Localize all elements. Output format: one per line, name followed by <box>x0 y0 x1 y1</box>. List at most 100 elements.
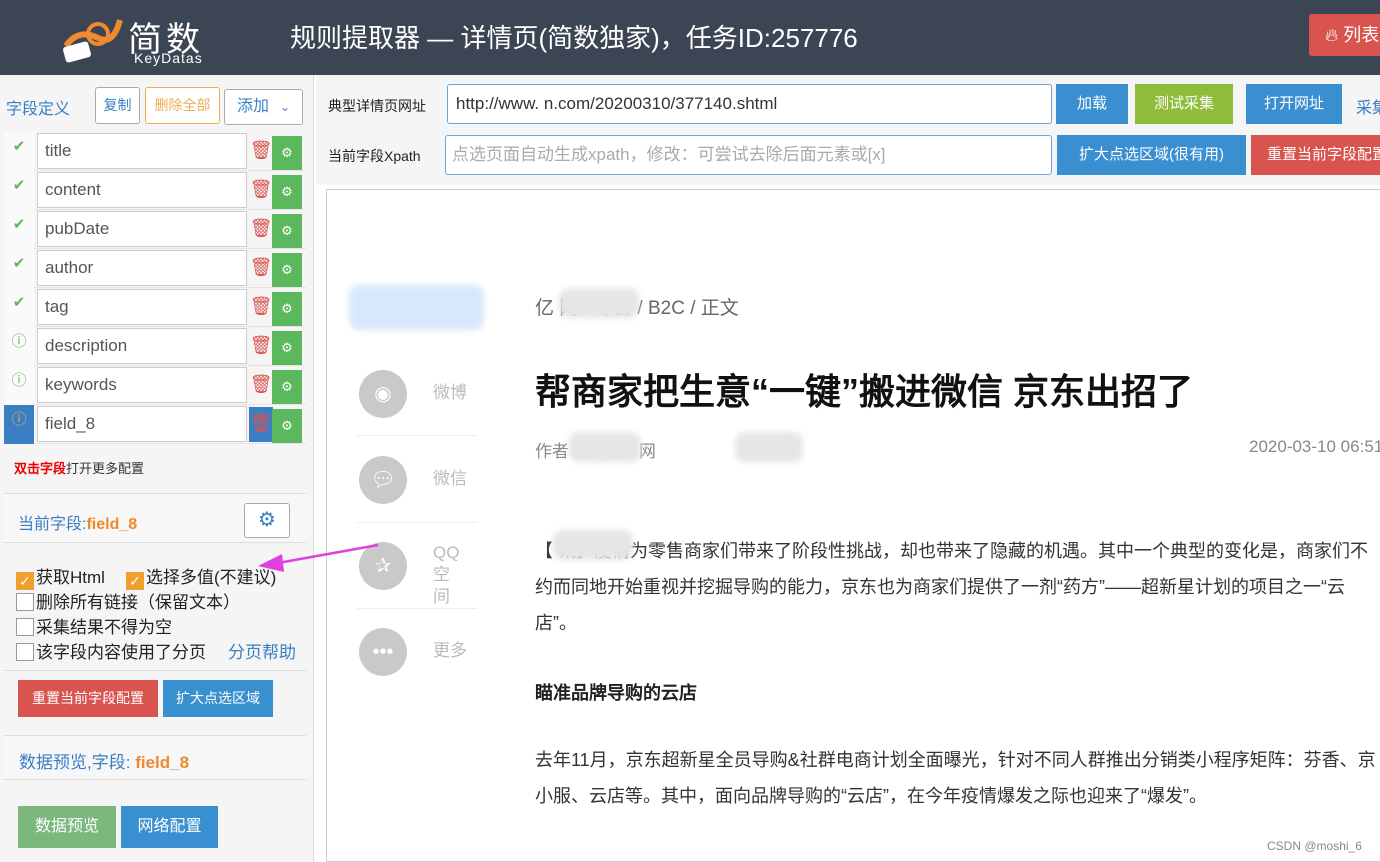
checkbox[interactable] <box>16 643 34 661</box>
data-preview-label: 数据预览,字段: field_8 <box>19 748 189 773</box>
field-name-input[interactable]: author <box>37 250 247 286</box>
divider <box>357 608 477 609</box>
trash-icon[interactable]: 🗑︎ <box>249 134 273 169</box>
current-field-prefix: 当前字段: <box>18 516 87 533</box>
paging-help-link[interactable]: 分页帮助 <box>228 638 296 663</box>
add-dropdown[interactable]: 添加 ⌄ <box>224 89 303 125</box>
checkbox[interactable] <box>16 593 34 611</box>
paging-label: 该字段内容使用了分页 <box>36 643 206 662</box>
keydatas-logo[interactable]: 简数 KeyDatas <box>58 8 233 68</box>
field-options: ✓ 获取Html ✓ 选择多值(不建议) 删除所有链接（保留文本） 采集结果不得为空… <box>4 546 306 671</box>
gear-icon[interactable]: ⚙ <box>272 175 302 209</box>
expand-area-button[interactable]: 扩大点选区域 <box>163 680 273 717</box>
field-name-input[interactable]: keywords <box>37 367 247 403</box>
collect-link[interactable]: 采集 <box>1356 94 1380 118</box>
url-label: 典型详情页网址 <box>328 98 426 114</box>
weibo-icon: ◉ <box>359 370 407 418</box>
delete-all-button[interactable]: 删除全部 <box>145 87 220 124</box>
url-input[interactable]: http://www. n.com/20200310/377140.shtml <box>447 84 1052 124</box>
trash-icon[interactable]: 🗑︎ <box>249 407 273 442</box>
reset-field-button[interactable]: 重置当前字段配置 <box>1251 135 1380 175</box>
not-empty-option[interactable]: 采集结果不得为空 <box>16 613 172 638</box>
gear-icon[interactable]: ⚙ <box>272 331 302 365</box>
field-row[interactable]: ⓘ description 🗑︎ ⚙ <box>4 327 306 366</box>
test-collect-button[interactable]: 测试采集 <box>1135 84 1233 124</box>
check-icon: ✔ <box>4 132 34 171</box>
load-button[interactable]: 加载 <box>1056 84 1128 124</box>
more-icon: ••• <box>359 628 407 676</box>
gear-icon[interactable]: ⚙ <box>244 503 290 538</box>
field-name-input[interactable]: field_8 <box>37 406 247 442</box>
article-date[interactable]: 2020-03-10 06:51 <box>1249 437 1380 457</box>
field-row[interactable]: ✔ pubDate 🗑︎ ⚙ <box>4 210 306 249</box>
article-paragraph[interactable]: 去年11月，京东超新星全员导购&社群电商计划全面曝光，针对不同人群推出分销类小程… <box>535 742 1380 814</box>
field-row[interactable]: ✔ author 🗑︎ ⚙ <box>4 249 306 288</box>
gear-icon[interactable]: ⚙ <box>272 253 302 287</box>
article-headline[interactable]: 帮商家把生意“一键”搬进微信 京东出招了 <box>535 363 1193 415</box>
check-icon: ✔ <box>4 210 34 249</box>
divider <box>357 435 477 436</box>
xpath-label: 当前字段Xpath <box>328 148 421 164</box>
field-row-active[interactable]: ⓘ field_8 🗑︎ ⚙ <box>4 405 306 444</box>
gear-icon[interactable]: ⚙ <box>272 136 302 170</box>
field-row[interactable]: ✔ content 🗑︎ ⚙ <box>4 171 306 210</box>
fields-title: 字段定义 <box>6 101 71 118</box>
field-name-input[interactable]: description <box>37 328 247 364</box>
gear-icon[interactable]: ⚙ <box>272 409 302 443</box>
trash-icon[interactable]: 🗑︎ <box>249 251 273 286</box>
info-icon: ⓘ <box>4 405 34 444</box>
get-html-option[interactable]: ✓ 获取Html <box>16 563 105 590</box>
paging-option[interactable]: 该字段内容使用了分页 <box>16 638 206 663</box>
multi-value-option[interactable]: ✓ 选择多值(不建议) <box>126 563 276 590</box>
extract-toolbar: 典型详情页网址 http://www. n.com/20200310/37714… <box>316 75 1380 185</box>
data-preview-button[interactable]: 数据预览 <box>18 806 116 848</box>
field-panel-header: 字段定义 复制 删除全部 添加 ⌄ <box>0 87 306 127</box>
field-name-input[interactable]: tag <box>37 289 247 325</box>
trash-icon[interactable]: 🗑︎ <box>249 368 273 403</box>
page-preview[interactable]: ◉ 微博 💬︎ 微信 ✰ QQ 空间 ••• 更多 亿 网 / 零售 / B2C… <box>326 189 1380 862</box>
top-bar: 简数 KeyDatas 规则提取器 — 详情页(简数独家)，任务ID:25777… <box>0 0 1380 75</box>
expand-area-button[interactable]: 扩大点选区域(很有用) <box>1057 135 1246 175</box>
list-button[interactable]: 🔥︎ 列表 <box>1309 14 1380 56</box>
field-name-input[interactable]: content <box>37 172 247 208</box>
blurred-text <box>559 288 639 318</box>
network-config-button[interactable]: 网络配置 <box>121 806 218 848</box>
copy-button[interactable]: 复制 <box>95 87 140 124</box>
trash-icon[interactable]: 🗑︎ <box>249 173 273 208</box>
current-field-label: 当前字段:field_8 <box>18 510 137 534</box>
blurred-text <box>553 530 633 560</box>
remove-links-label: 删除所有链接（保留文本） <box>36 593 240 612</box>
field-row[interactable]: ✔ title 🗑︎ ⚙ <box>4 132 306 171</box>
current-field-value: field_8 <box>86 516 138 533</box>
field-panel: 字段定义 复制 删除全部 添加 ⌄ ✔ title 🗑︎ ⚙ ✔ content … <box>0 75 314 862</box>
fire-icon: 🔥︎ <box>1325 25 1339 45</box>
field-name-input[interactable]: title <box>37 133 247 169</box>
checkbox[interactable] <box>16 618 34 636</box>
not-empty-label: 采集结果不得为空 <box>36 618 172 637</box>
article-subheading[interactable]: 瞄准品牌导购的云店 <box>535 679 697 705</box>
check-icon: ✔ <box>4 171 34 210</box>
trash-icon[interactable]: 🗑︎ <box>249 290 273 325</box>
qzone-icon: ✰ <box>359 542 407 590</box>
open-url-button[interactable]: 打开网址 <box>1246 84 1342 124</box>
gear-icon[interactable]: ⚙ <box>272 370 302 404</box>
xpath-input[interactable]: 点选页面自动生成xpath，修改：可尝试去除后面元素或[x] <box>445 135 1052 175</box>
reset-field-button[interactable]: 重置当前字段配置 <box>18 680 158 717</box>
double-click-hint: 双击字段打开更多配置 <box>14 458 144 477</box>
trash-icon[interactable]: 🗑︎ <box>249 212 273 247</box>
logo-subtext: KeyDatas <box>134 50 203 66</box>
page-title: 规则提取器 — 详情页(简数独家)，任务ID:257776 <box>290 23 858 53</box>
gear-icon[interactable]: ⚙ <box>272 292 302 326</box>
list-button-label: 列表 <box>1343 25 1380 45</box>
field-row[interactable]: ⓘ keywords 🗑︎ ⚙ <box>4 366 306 405</box>
field-name-input[interactable]: pubDate <box>37 211 247 247</box>
share-label: 微博 <box>433 383 467 402</box>
trash-icon[interactable]: 🗑︎ <box>249 329 273 364</box>
remove-links-option[interactable]: 删除所有链接（保留文本） <box>16 588 240 613</box>
hint-text: 打开更多配置 <box>66 461 145 476</box>
article-paragraph[interactable]: 【 讯】疫情为零售商家们带来了阶段性挑战，却也带来了隐藏的机遇。其中一个典型的变… <box>535 533 1380 641</box>
info-icon: ⓘ <box>4 327 34 366</box>
field-row[interactable]: ✔ tag 🗑︎ ⚙ <box>4 288 306 327</box>
preview-prefix: 数据预览,字段: <box>19 753 131 772</box>
gear-icon[interactable]: ⚙ <box>272 214 302 248</box>
